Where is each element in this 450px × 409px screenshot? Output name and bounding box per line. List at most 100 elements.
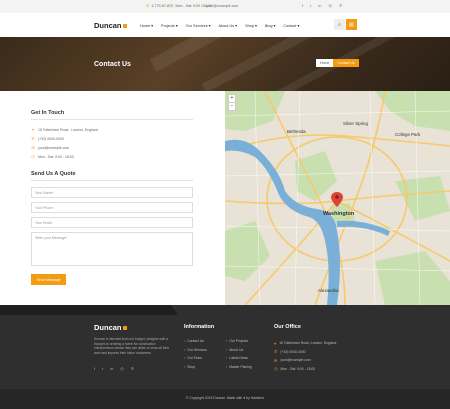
nav-home-label[interactable]: Home: [140, 24, 150, 28]
logo-text[interactable]: Duncan: [94, 21, 122, 30]
nav-home[interactable]: Home ▾: [140, 23, 153, 29]
nav-shop-label[interactable]: Shop: [245, 24, 254, 28]
footer-link-label[interactable]: Shop: [187, 365, 195, 369]
page-title: Contact Us: [94, 61, 131, 68]
twitter-icon[interactable]: t: [310, 3, 311, 8]
footer-link-label[interactable]: Our Team: [187, 356, 202, 360]
office-address-text: 16 Tottenham Road, London, England.: [279, 341, 338, 346]
clock-icon: ◷: [274, 366, 278, 372]
office-email-text[interactable]: your@example.com: [280, 358, 310, 362]
footer-link-label[interactable]: Contact Us: [187, 339, 204, 343]
zoom-out-button[interactable]: −: [229, 103, 235, 110]
message-field[interactable]: Write your Message*: [31, 232, 193, 266]
map-label-alexandria: Alexandria: [318, 288, 339, 293]
footer-link[interactable]: › Shop: [184, 363, 207, 372]
footer-link-label[interactable]: Master Planing: [229, 365, 252, 369]
nav-contact[interactable]: Contact ▾: [283, 23, 299, 29]
footer-link-label[interactable]: Latest News: [229, 356, 248, 360]
footer-logo-text[interactable]: Duncan: [94, 323, 122, 332]
footer-social: f t in ◎ ℗: [94, 366, 134, 371]
search-icon: ⌕: [338, 21, 341, 28]
contact-email-text[interactable]: your@example.com: [38, 146, 69, 150]
footer-link-label[interactable]: About Us: [229, 348, 243, 352]
chevron-down-icon: ▾: [208, 24, 211, 28]
email-field[interactable]: Your Email: [31, 217, 193, 228]
location-map[interactable]: Bethesda Silver Spring College Park Wash…: [225, 91, 450, 305]
divider: [31, 180, 193, 181]
twitter-icon[interactable]: t: [102, 366, 103, 371]
nav-contact-label[interactable]: Contact: [283, 24, 296, 28]
mail-icon: ✉: [201, 3, 205, 8]
footer-link[interactable]: › Our Services: [184, 346, 207, 355]
info-links-col2: › Our Projects › About Us › Latest News › Ma…: [226, 337, 252, 371]
nav-projects[interactable]: Projects ▾: [161, 23, 178, 29]
office-email[interactable]: ✉ your@example.com: [274, 356, 337, 365]
nav-about-label[interactable]: About Us: [219, 24, 235, 28]
name-field[interactable]: Your Name*: [31, 187, 193, 198]
footer-link[interactable]: › Latest News: [226, 354, 252, 363]
contact-address: ⌖ 16 Tottenham Road , London, England: [31, 127, 193, 132]
chevron-right-icon: ›: [226, 347, 228, 352]
phone-icon: ✆: [146, 3, 150, 8]
nav-projects-label[interactable]: Projects: [161, 24, 175, 28]
nav-blog[interactable]: Blog ▾: [265, 23, 276, 29]
footer-link[interactable]: › Contact Us: [184, 337, 207, 346]
copyright-bar: © Copyright 2019 Duncan. Made with ♥ by …: [0, 389, 450, 409]
main-nav: Home ▾ Projects ▾ Our Services ▾ About Us ▾ …: [140, 23, 299, 29]
pinterest-icon[interactable]: ℗: [131, 366, 134, 371]
office-address: ⌖ 16 Tottenham Road, London, England.: [274, 339, 337, 348]
footer-link[interactable]: › About Us: [226, 346, 252, 355]
footer-logo[interactable]: Duncan: [94, 323, 127, 332]
office-phone-text: (+32) 0000-0000: [280, 349, 306, 354]
contact-panel: Get In Touch ⌖ 16 Tottenham Road , Londo…: [31, 110, 193, 285]
chevron-right-icon: ›: [226, 356, 228, 361]
location-pin-icon: ⌖: [31, 127, 35, 132]
footer-link[interactable]: › Our Team: [184, 354, 207, 363]
chevron-down-icon: ▾: [254, 24, 257, 28]
footer-link-label[interactable]: Our Projects: [229, 339, 248, 343]
nav-shop[interactable]: Shop ▾: [245, 23, 257, 29]
chevron-right-icon: ›: [184, 339, 186, 344]
chevron-down-icon: ▾: [273, 24, 276, 28]
footer-link-label[interactable]: Our Services: [187, 348, 207, 352]
linkedin-icon[interactable]: in: [318, 3, 321, 8]
linkedin-icon[interactable]: in: [110, 366, 113, 371]
contact-email[interactable]: ✉ your@example.com: [31, 145, 193, 150]
instagram-icon[interactable]: ◎: [329, 3, 333, 8]
nav-services-label[interactable]: Our Services: [186, 24, 208, 28]
map-label-washington: Washington: [323, 211, 355, 217]
footer-about: Duncan is intended from our budget, desi…: [94, 337, 169, 355]
logo-mark-icon: [122, 325, 127, 330]
pinterest-icon[interactable]: ℗: [339, 3, 342, 8]
map-label-college-park: College Park: [395, 132, 421, 137]
search-button[interactable]: ⌕: [334, 19, 345, 30]
phone-icon: ✆: [31, 136, 35, 141]
topbar-email-text[interactable]: your@example.com: [206, 4, 238, 8]
topbar-email[interactable]: ✉ your@example.com: [201, 3, 238, 8]
footer-link[interactable]: › Our Projects: [226, 337, 252, 346]
cart-icon: ▤: [349, 21, 354, 28]
facebook-icon[interactable]: f: [94, 366, 95, 371]
send-message-button[interactable]: Send Message: [31, 274, 66, 285]
footer-link[interactable]: › Master Planing: [226, 363, 252, 372]
contact-hours: ◷ Mon - Sat: 9:00 - 18:00: [31, 154, 193, 159]
site-logo[interactable]: Duncan: [94, 21, 127, 30]
topbar-phone: ✆ 1-779-87-877: [146, 3, 173, 8]
phone-field[interactable]: Your Phone: [31, 202, 193, 213]
page-hero: Contact Us: [0, 37, 450, 91]
divider: [31, 119, 193, 120]
facebook-icon[interactable]: f: [302, 3, 303, 8]
chevron-right-icon: ›: [184, 347, 186, 352]
office-info: ⌖ 16 Tottenham Road, London, England. ✆ (+…: [274, 339, 337, 373]
topbar-social: f t in ◎ ℗: [302, 3, 342, 8]
instagram-icon[interactable]: ◎: [120, 366, 124, 371]
nav-about[interactable]: About Us ▾: [219, 23, 238, 29]
nav-services[interactable]: Our Services ▾: [186, 23, 211, 29]
contact-address-text: 16 Tottenham Road , London, England: [38, 127, 98, 132]
nav-blog-label[interactable]: Blog: [265, 24, 273, 28]
breadcrumb-home[interactable]: Home: [316, 59, 334, 67]
cart-button[interactable]: ▤: [346, 19, 357, 30]
info-links-col1: › Contact Us › Our Services › Our Team › Sho…: [184, 337, 207, 371]
contact-hours-text: Mon - Sat: 9:00 - 18:00: [38, 154, 74, 159]
zoom-in-button[interactable]: +: [229, 95, 235, 103]
